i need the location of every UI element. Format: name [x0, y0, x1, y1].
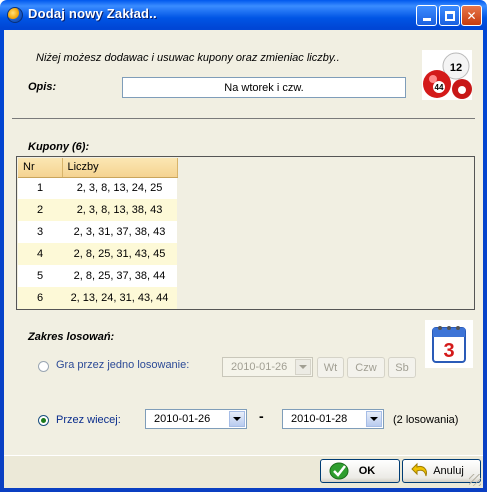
date-from-value: 2010-01-26 — [154, 413, 211, 425]
window-title: Dodaj nowy Zakład.. — [28, 6, 157, 21]
table-row[interactable]: 1 2, 3, 8, 13, 24, 25 — [18, 177, 177, 199]
row-nr: 4 — [18, 243, 62, 265]
chevron-down-icon — [295, 359, 311, 375]
row-nr: 3 — [18, 221, 62, 243]
info-text: Niżej możesz dodawac i usuwac kupony ora… — [36, 52, 340, 64]
row-liczby: 2, 3, 8, 13, 24, 25 — [62, 177, 177, 199]
row-nr: 5 — [18, 265, 62, 287]
multi-draw-label[interactable]: Przez wiecej: — [56, 414, 121, 426]
table-row[interactable]: 2 2, 3, 8, 13, 38, 43 — [18, 199, 177, 221]
single-draw-date-select[interactable]: 2010-01-26 — [222, 357, 313, 377]
kupony-label: Kupony (6): — [28, 141, 90, 153]
calendar-icon: 3 — [425, 320, 473, 368]
section-divider — [12, 118, 475, 119]
chevron-down-icon — [229, 411, 245, 427]
svg-text:3: 3 — [443, 340, 454, 362]
title-bar[interactable]: Dodaj nowy Zakład.. ✕ — [0, 0, 487, 30]
ok-button[interactable]: OK — [320, 459, 400, 483]
kupony-grid[interactable]: Nr Liczby 1 2, 3, 8, 13, 24, 25 2 2, 3, … — [16, 156, 475, 310]
maximize-icon — [444, 10, 455, 21]
draws-count-text: (2 losowania) — [393, 414, 459, 426]
dialog-client: Niżej możesz dodawac i usuwac kupony ora… — [4, 30, 483, 488]
day-wt-button[interactable]: Wt — [317, 357, 344, 378]
date-to-value: 2010-01-28 — [291, 413, 348, 425]
ok-label: OK — [358, 465, 376, 477]
row-nr: 1 — [18, 177, 62, 199]
row-liczby: 2, 8, 25, 37, 38, 44 — [62, 265, 177, 287]
dialog-body: Niżej możesz dodawac i usuwac kupony ora… — [4, 30, 483, 455]
chevron-down-icon — [366, 411, 382, 427]
table-row[interactable]: 4 2, 8, 25, 31, 43, 45 — [18, 243, 177, 265]
close-icon: ✕ — [466, 8, 477, 23]
table-row[interactable]: 3 2, 3, 31, 37, 38, 43 — [18, 221, 177, 243]
row-nr: 6 — [18, 287, 62, 309]
single-draw-label[interactable]: Gra przez jedno losowanie: — [56, 359, 189, 371]
undo-arrow-icon — [411, 462, 427, 477]
minimize-icon — [422, 18, 431, 21]
column-header-nr[interactable]: Nr — [18, 158, 63, 178]
close-button[interactable]: ✕ — [461, 5, 482, 26]
table-row[interactable]: 6 2, 13, 24, 31, 43, 44 — [18, 287, 177, 309]
row-liczby: 2, 3, 8, 13, 38, 43 — [62, 199, 177, 221]
minimize-button[interactable] — [416, 5, 437, 26]
app-globe-icon — [7, 7, 23, 23]
dialog-window: Dodaj nowy Zakład.. ✕ Niżej możesz dodaw… — [0, 0, 487, 492]
multi-draw-radio[interactable] — [38, 415, 49, 426]
day-czw-button[interactable]: Czw — [347, 357, 385, 378]
row-liczby: 2, 13, 24, 31, 43, 44 — [62, 287, 177, 309]
date-from-select[interactable]: 2010-01-26 — [145, 409, 247, 429]
date-range-separator: - — [259, 408, 264, 424]
footer-divider — [4, 455, 483, 456]
row-liczby: 2, 8, 25, 31, 43, 45 — [62, 243, 177, 265]
column-header-liczby[interactable]: Liczby — [62, 158, 178, 178]
kupony-table: Nr Liczby 1 2, 3, 8, 13, 24, 25 2 2, 3, … — [18, 158, 178, 309]
checkmark-icon — [329, 462, 349, 480]
lotto-balls-icon: 12 44 — [422, 50, 472, 100]
zakres-label: Zakres losowań: — [28, 331, 115, 343]
row-liczby: 2, 3, 31, 37, 38, 43 — [62, 221, 177, 243]
opis-input[interactable]: Na wtorek i czw. — [122, 77, 406, 98]
resize-grip[interactable] — [469, 474, 481, 486]
single-draw-radio[interactable] — [38, 361, 49, 372]
table-row[interactable]: 5 2, 8, 25, 37, 38, 44 — [18, 265, 177, 287]
single-draw-date-value: 2010-01-26 — [231, 361, 288, 373]
date-to-select[interactable]: 2010-01-28 — [282, 409, 384, 429]
day-sb-button[interactable]: Sb — [388, 357, 416, 378]
svg-text:12: 12 — [450, 62, 462, 74]
opis-label: Opis: — [28, 81, 57, 93]
maximize-button[interactable] — [439, 5, 460, 26]
row-nr: 2 — [18, 199, 62, 221]
svg-text:44: 44 — [435, 83, 444, 92]
